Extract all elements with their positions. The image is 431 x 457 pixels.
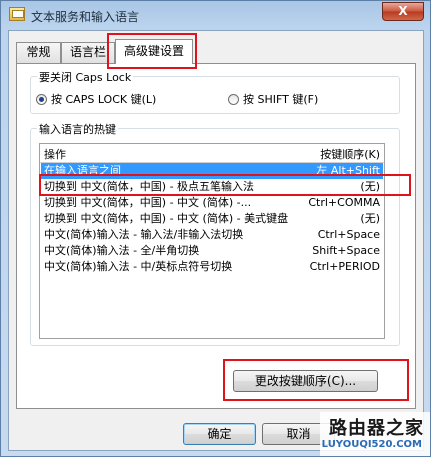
column-action[interactable]: 操作	[44, 146, 66, 162]
list-row[interactable]: 切换到 中文(简体，中国) - 中文 (简体) -... Ctrl+COMMA	[41, 195, 383, 211]
caps-lock-group-label: 要关闭 Caps Lock	[37, 69, 134, 85]
row-keys: Ctrl+Space	[317, 228, 380, 241]
dialog-body: 常规 语言栏 高级键设置 要关闭 Caps Lock 按 CAPS LOCK 键…	[8, 30, 424, 451]
shift-key-label: 按 SHIFT 键(F)	[243, 93, 319, 106]
shift-key-option[interactable]: 按 SHIFT 键(F)	[228, 91, 318, 107]
list-header: 操作 按键顺序(K)	[40, 144, 384, 163]
app-icon	[9, 7, 25, 21]
list-row[interactable]: 切换到 中文(简体，中国) - 中文 (简体) - 美式键盘 (无)	[41, 211, 383, 227]
row-action: 切换到 中文(简体，中国) - 中文 (简体) - 美式键盘	[44, 212, 289, 225]
dialog-window: 文本服务和输入语言 X 常规 语言栏 高级键设置 要关闭 Caps Lock 按…	[0, 0, 431, 457]
caps-lock-key-option[interactable]: 按 CAPS LOCK 键(L)	[36, 91, 156, 107]
row-action: 中文(简体)输入法 - 输入法/非输入法切换	[44, 228, 244, 241]
window-title: 文本服务和输入语言	[31, 10, 140, 24]
ok-button[interactable]: 确定	[183, 423, 256, 445]
list-row[interactable]: 中文(简体)输入法 - 中/英标点符号切换 Ctrl+PERIOD	[41, 259, 383, 275]
caps-lock-key-label: 按 CAPS LOCK 键(L)	[51, 93, 157, 106]
row-action: 中文(简体)输入法 - 中/英标点符号切换	[44, 260, 233, 273]
hotkeys-list[interactable]: 操作 按键顺序(K) 在输入语言之间 左 Alt+Shift 切换到 中文(简体…	[39, 143, 385, 339]
row-highlight-box	[39, 174, 411, 196]
watermark-logo: 路由器之家 LUYOUQI520.COM	[320, 412, 430, 456]
hotkeys-group: 输入语言的热键 操作 按键顺序(K) 在输入语言之间 左 Alt+Shift 切…	[30, 121, 400, 346]
advanced-key-settings-panel: 要关闭 Caps Lock 按 CAPS LOCK 键(L) 按 SHIFT 键…	[16, 63, 416, 409]
list-row[interactable]: 中文(简体)输入法 - 输入法/非输入法切换 Ctrl+Space	[41, 227, 383, 243]
tab-highlight-box	[107, 33, 197, 69]
row-keys: Ctrl+COMMA	[308, 196, 380, 209]
row-keys: (无)	[360, 212, 380, 225]
tab-general[interactable]: 常规	[16, 42, 61, 63]
column-key-sequence[interactable]: 按键顺序(K)	[320, 146, 380, 162]
row-keys: Ctrl+PERIOD	[309, 260, 380, 273]
title-bar[interactable]: 文本服务和输入语言 X	[1, 1, 430, 29]
watermark-title: 路由器之家	[329, 418, 424, 439]
row-action: 切换到 中文(简体，中国) - 中文 (简体) -...	[44, 196, 252, 209]
row-keys: Shift+Space	[312, 244, 380, 257]
list-row[interactable]: 中文(简体)输入法 - 全/半角切换 Shift+Space	[41, 243, 383, 259]
radio-unselected-icon	[228, 93, 239, 105]
row-action: 中文(简体)输入法 - 全/半角切换	[44, 244, 200, 257]
watermark-url: LUYOUQI520.COM	[321, 439, 422, 450]
close-button[interactable]: X	[382, 2, 424, 21]
radio-selected-icon	[36, 93, 47, 105]
caps-lock-group: 要关闭 Caps Lock 按 CAPS LOCK 键(L) 按 SHIFT 键…	[30, 69, 400, 114]
button-highlight-box	[223, 359, 409, 401]
hotkeys-group-label: 输入语言的热键	[37, 121, 118, 137]
